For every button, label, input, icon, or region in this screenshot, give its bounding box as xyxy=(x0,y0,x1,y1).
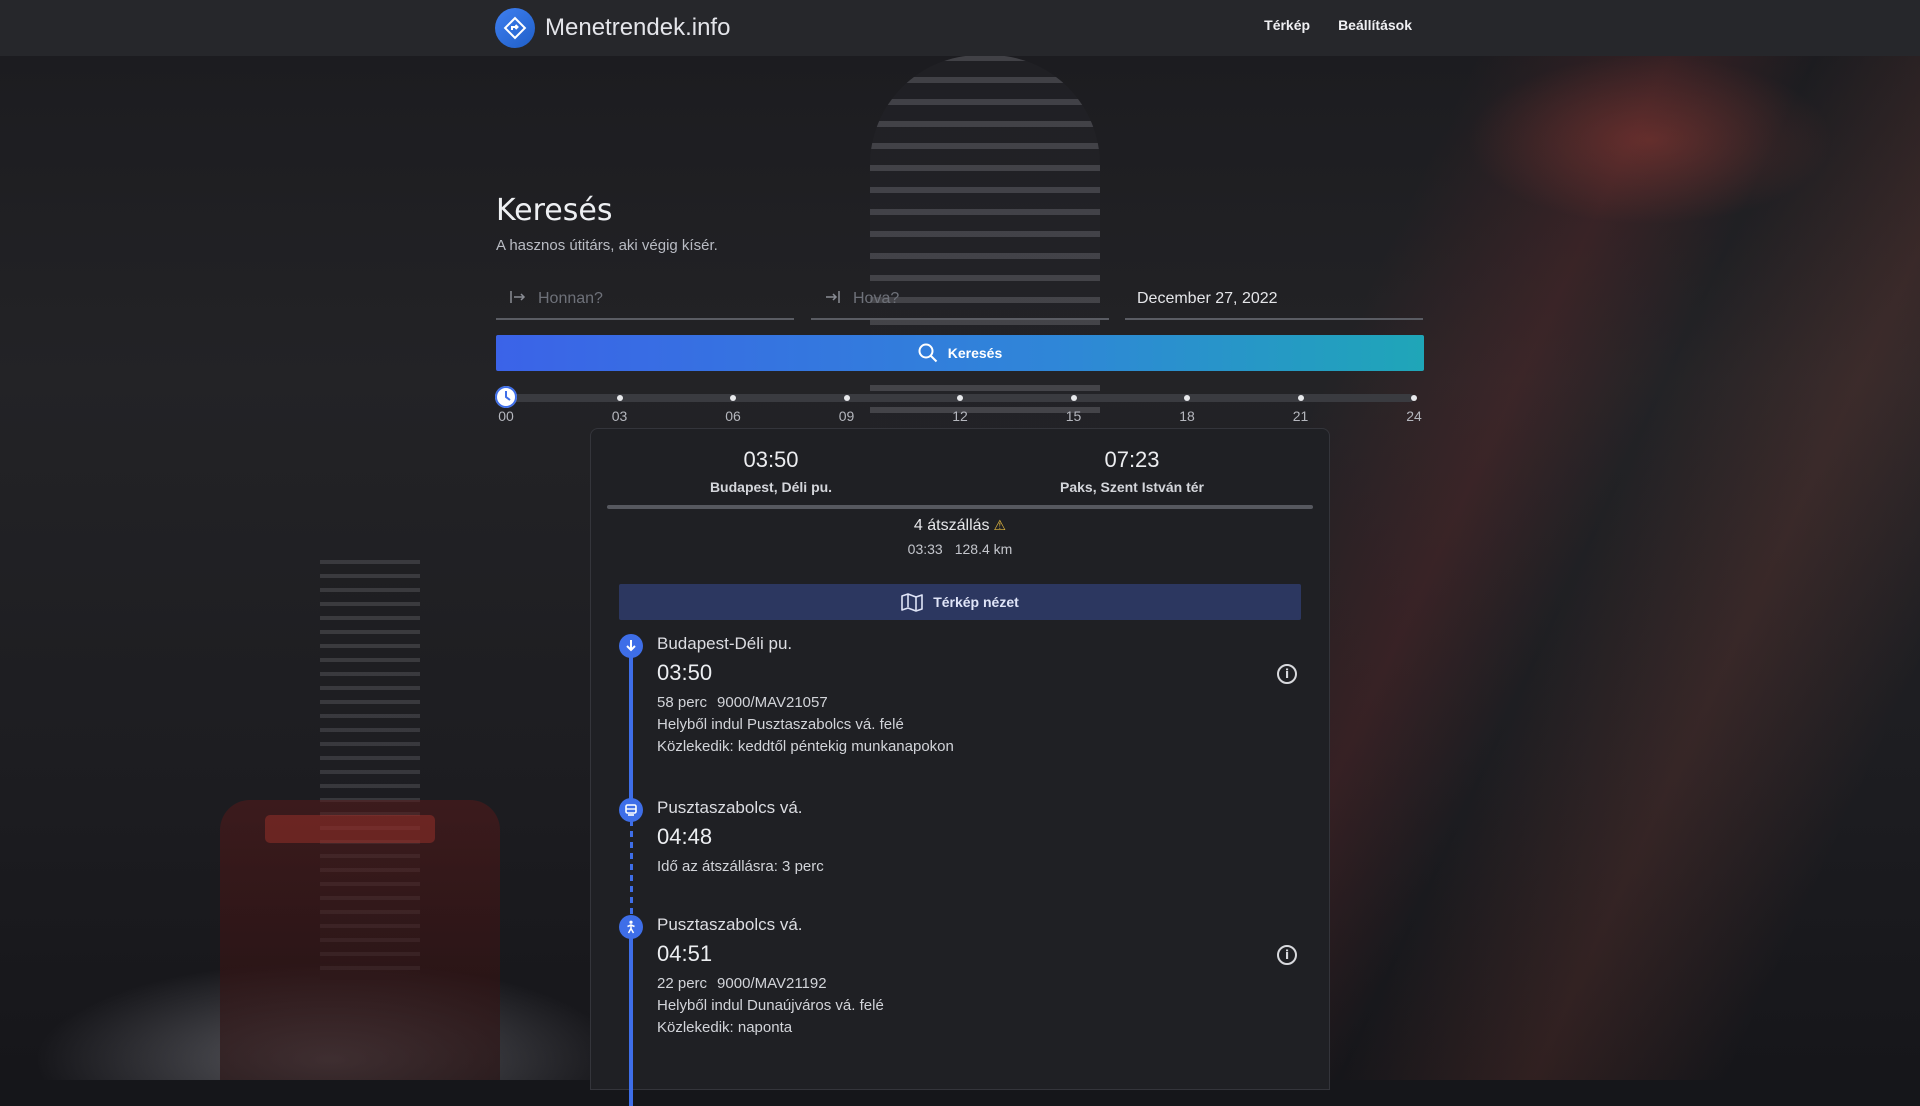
departure-summary: 03:50 Budapest, Déli pu. xyxy=(621,447,921,495)
from-field[interactable] xyxy=(496,280,794,320)
to-field[interactable] xyxy=(811,280,1109,320)
leg-schedule: Közlekedik: naponta xyxy=(657,1019,793,1036)
map-view-label: Térkép nézet xyxy=(933,594,1019,610)
leg-duration: 22 perc xyxy=(657,975,708,992)
trip-distance: 128.4 km xyxy=(954,541,1013,557)
departure-time: 03:50 xyxy=(743,447,799,472)
timeline-ride-line xyxy=(629,926,633,1106)
search-button[interactable]: Keresés xyxy=(496,335,1424,371)
arrival-summary: 07:23 Paks, Szent István tér xyxy=(982,447,1282,495)
stop-name: Budapest-Déli pu. xyxy=(657,634,793,653)
transfer-count: 4 átszállás xyxy=(913,517,990,534)
time-slider-label: 03 xyxy=(611,408,628,424)
to-icon xyxy=(825,290,843,308)
info-icon[interactable]: i xyxy=(1277,945,1297,965)
trip-summary: 4 átszállás ⚠ 03:33 128.4 km xyxy=(591,517,1329,557)
time-slider-tick xyxy=(957,395,963,401)
time-slider-tick xyxy=(1070,395,1077,401)
arrival-place: Paks, Szent István tér xyxy=(1060,479,1204,495)
nav-settings-link[interactable]: Beállítások xyxy=(1338,17,1412,33)
time-slider-label: 00 xyxy=(498,408,514,424)
time-slider-handle[interactable] xyxy=(495,386,517,408)
background-bus-sign xyxy=(265,815,435,843)
time-slider-tick xyxy=(1297,395,1304,401)
stop-time: 04:51 xyxy=(657,941,713,966)
time-slider-tick xyxy=(843,395,850,401)
page-subtitle: A hasznos útitárs, aki végig kísér. xyxy=(496,237,718,254)
timeline-ride-line xyxy=(629,646,633,806)
stop-time: 03:50 xyxy=(657,660,713,685)
leg-direction: Helyből indul Dunaújváros vá. felé xyxy=(657,997,884,1014)
time-slider-labels: 00 03 06 09 12 15 18 21 24 xyxy=(496,408,1424,426)
time-slider-label: 21 xyxy=(1292,408,1309,424)
transfer-time: Idő az átszállásra: 3 perc xyxy=(657,858,824,875)
leg-schedule: Közlekedik: keddtől péntekig munkanapoko… xyxy=(657,738,954,755)
warning-icon: ⚠ xyxy=(993,517,1007,533)
top-navbar: Menetrendek.info Térkép Beállítások xyxy=(0,0,1920,56)
route-result-card[interactable]: 03:50 Budapest, Déli pu. 07:23 Paks, Sze… xyxy=(590,428,1330,1106)
time-slider-tick xyxy=(730,395,736,401)
time-slider-label: 24 xyxy=(1406,408,1422,424)
route-number: 9000/MAV21057 xyxy=(717,694,828,711)
time-slider-tick xyxy=(616,395,623,401)
stop-time: 04:48 xyxy=(657,824,713,849)
time-slider[interactable]: 00 03 06 09 12 15 18 21 24 xyxy=(495,386,1424,426)
trip-duration: 03:33 xyxy=(907,541,943,557)
timeline-transfer-line xyxy=(630,809,633,924)
stop-name: Pusztaszabolcs vá. xyxy=(657,798,803,817)
clock-icon xyxy=(495,386,517,408)
date-value[interactable]: December 27, 2022 xyxy=(1137,290,1278,308)
time-slider-label: 18 xyxy=(1179,408,1195,424)
logo-icon[interactable] xyxy=(495,8,535,48)
from-input[interactable] xyxy=(538,290,768,308)
date-field[interactable]: December 27, 2022 xyxy=(1125,280,1423,320)
leg-direction: Helyből indul Pusztaszabolcs vá. felé xyxy=(657,716,904,733)
time-slider-tick xyxy=(1411,395,1417,401)
bus-stop-icon xyxy=(619,798,643,822)
brand[interactable]: Menetrendek.info xyxy=(495,8,730,48)
stop-name: Pusztaszabolcs vá. xyxy=(657,915,803,934)
card-divider xyxy=(607,505,1313,509)
page-title: Keresés xyxy=(496,193,613,228)
to-input[interactable] xyxy=(853,290,1083,308)
arrival-time: 07:23 xyxy=(1104,447,1160,472)
main-nav: Térkép Beállítások xyxy=(1264,17,1412,33)
walking-person-icon xyxy=(619,915,643,939)
route-number: 9000/MAV21192 xyxy=(717,975,827,992)
map-view-button[interactable]: Térkép nézet xyxy=(619,584,1301,620)
search-button-label: Keresés xyxy=(947,345,1003,361)
map-icon xyxy=(901,593,924,612)
from-icon xyxy=(510,290,528,308)
route-timeline: Budapest-Déli pu. 03:50 58 perc 9000/MAV2… xyxy=(591,634,1329,1106)
search-icon xyxy=(918,343,937,363)
time-slider-label: 12 xyxy=(952,408,968,424)
nav-map-link[interactable]: Térkép xyxy=(1264,17,1310,33)
time-slider-tick xyxy=(1184,395,1190,401)
site-title[interactable]: Menetrendek.info xyxy=(545,14,730,42)
train-departure-icon xyxy=(619,634,643,658)
time-slider-label: 06 xyxy=(725,408,741,424)
info-icon[interactable]: i xyxy=(1277,664,1297,684)
time-slider-label: 09 xyxy=(838,408,855,424)
time-slider-label: 15 xyxy=(1065,408,1082,424)
departure-place: Budapest, Déli pu. xyxy=(709,479,833,495)
leg-duration: 58 perc xyxy=(657,694,708,711)
